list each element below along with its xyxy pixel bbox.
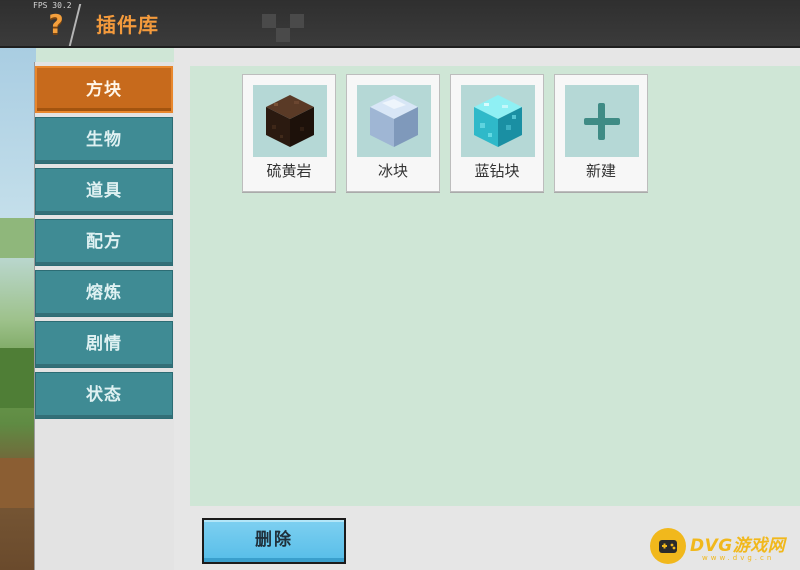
block-card-label: 硫黄岩 — [266, 162, 312, 180]
sidebar-item-label: 剧情 — [86, 334, 122, 354]
block-thumbnail — [357, 85, 431, 157]
background-scenery — [0, 48, 36, 570]
block-card-label: 新建 — [585, 162, 616, 180]
block-card-sulfur-rock[interactable]: 硫黄岩 — [242, 74, 336, 192]
sulfur-rock-block-icon — [266, 95, 314, 147]
ice-block-icon — [370, 95, 418, 147]
blue-diamond-block-icon — [474, 95, 522, 147]
block-card-ice[interactable]: 冰块 — [346, 74, 440, 192]
gamepad-logo-glyph — [659, 540, 677, 553]
scenery-fence — [0, 458, 36, 508]
top-bar: FPS 30.2 ? 插件库 — [0, 0, 800, 48]
block-card-label: 冰块 — [377, 162, 408, 180]
question-mark-icon[interactable]: ? — [44, 10, 68, 40]
sidebar-item-smelting[interactable]: 熔炼 — [35, 270, 173, 317]
header-divider — [68, 4, 82, 46]
fps-counter: FPS 30.2 — [33, 1, 72, 10]
header-decoration — [290, 14, 304, 28]
watermark-url: www.dvg.cn — [702, 554, 775, 562]
sidebar-item-story[interactable]: 剧情 — [35, 321, 173, 368]
sidebar-item-status[interactable]: 状态 — [35, 372, 173, 419]
watermark: DVG游戏网 www.dvg.cn — [650, 526, 800, 570]
sidebar-item-label: 道具 — [86, 181, 122, 201]
new-block-card[interactable]: 新建 — [554, 74, 648, 192]
block-grid: 硫黄岩 冰块 蓝钻块 新建 — [190, 66, 800, 506]
scenery-tree — [0, 218, 36, 258]
watermark-text: DVG游戏网 — [690, 536, 786, 556]
sidebar-item-items[interactable]: 道具 — [35, 168, 173, 215]
header-decoration — [276, 28, 290, 42]
sidebar-item-label: 状态 — [86, 385, 122, 405]
header-decoration — [262, 14, 276, 28]
sidebar-item-label: 生物 — [86, 130, 122, 150]
block-thumbnail — [565, 85, 639, 157]
sidebar-item-label: 配方 — [86, 232, 122, 252]
block-card-label: 蓝钻块 — [474, 162, 520, 180]
block-thumbnail — [253, 85, 327, 157]
delete-button[interactable]: 删除 — [202, 518, 346, 564]
main-panel: 硫黄岩 冰块 蓝钻块 新建 删除 — [174, 48, 800, 570]
sidebar-item-blocks[interactable]: 方块 — [35, 66, 173, 113]
scenery-ground — [0, 348, 36, 408]
gamepad-logo-icon — [650, 528, 686, 564]
block-card-blue-diamond[interactable]: 蓝钻块 — [450, 74, 544, 192]
sidebar-item-creatures[interactable]: 生物 — [35, 117, 173, 164]
sidebar-item-label: 方块 — [86, 80, 122, 100]
block-thumbnail — [461, 85, 535, 157]
sidebar-item-label: 熔炼 — [86, 283, 122, 303]
sidebar-item-recipes[interactable]: 配方 — [35, 219, 173, 266]
plus-icon-bar — [598, 103, 605, 140]
page-title: 插件库 — [96, 13, 159, 37]
category-sidebar: 方块 生物 道具 配方 熔炼 剧情 状态 — [34, 62, 174, 570]
